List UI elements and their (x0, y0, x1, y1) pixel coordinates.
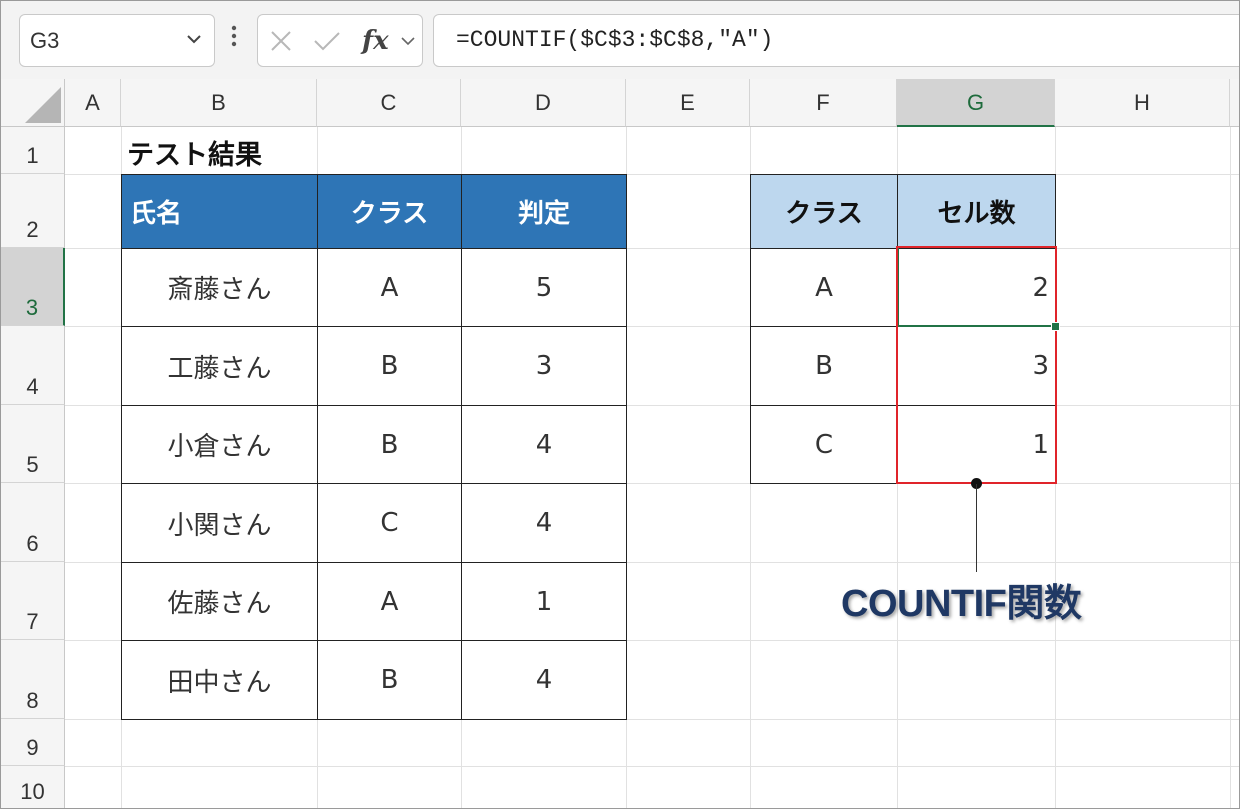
insert-function-icon[interactable]: fx (360, 23, 394, 59)
row-header-10[interactable]: 10 (1, 766, 65, 808)
header-name[interactable]: 氏名 (121, 174, 318, 249)
svg-text:fx: fx (360, 26, 389, 56)
row-header-2[interactable]: 2 (1, 174, 65, 248)
row-header-4[interactable]: 4 (1, 326, 65, 405)
cell-judgement[interactable]: 5 (461, 248, 627, 327)
header-class[interactable]: クラス (750, 174, 898, 249)
cell-judgement[interactable]: 4 (461, 405, 627, 484)
grid-line-horizontal (65, 766, 1239, 767)
chevron-down-icon[interactable] (398, 31, 418, 51)
confirm-icon[interactable] (312, 28, 342, 54)
cell-name[interactable]: 小関さん (121, 483, 318, 563)
cell-class[interactable]: B (750, 326, 898, 406)
cell-class[interactable]: B (317, 640, 462, 720)
cell-judgement[interactable]: 3 (461, 326, 627, 406)
cell-class[interactable]: A (317, 562, 462, 641)
row-header-9[interactable]: 9 (1, 719, 65, 766)
column-header-a[interactable]: A (65, 79, 121, 127)
column-header-h[interactable]: H (1055, 79, 1230, 127)
row-header-8[interactable]: 8 (1, 640, 65, 719)
formula-text: =COUNTIF($C$3:$C$8,"A") (456, 27, 774, 53)
cell-name[interactable]: 小倉さん (121, 405, 318, 484)
cell-class[interactable]: B (317, 326, 462, 406)
header-cell-count[interactable]: セル数 (897, 174, 1056, 249)
column-header-b[interactable]: B (121, 79, 317, 127)
header-judgement[interactable]: 判定 (461, 174, 627, 249)
cell-name[interactable]: 田中さん (121, 640, 318, 720)
formula-actions: fx (257, 14, 423, 67)
column-header-g[interactable]: G (897, 79, 1055, 127)
column-header-e[interactable]: E (626, 79, 750, 127)
more-options-icon[interactable] (229, 23, 239, 53)
cell-judgement[interactable]: 1 (461, 562, 627, 641)
cell-judgement[interactable]: 4 (461, 483, 627, 563)
highlight-box (896, 246, 1057, 484)
row-header-5[interactable]: 5 (1, 405, 65, 483)
cell-class[interactable]: C (317, 483, 462, 563)
select-all-corner[interactable] (1, 79, 65, 127)
sheet-title[interactable]: テスト結果 (127, 133, 262, 172)
cancel-icon[interactable] (268, 28, 294, 54)
cell-class[interactable]: B (317, 405, 462, 484)
row-header-6[interactable]: 6 (1, 483, 65, 562)
cell-name[interactable]: 工藤さん (121, 326, 318, 406)
cell-name[interactable]: 佐藤さん (121, 562, 318, 641)
formula-bar: G3 fx =COUNTIF($C$3:$C$8,"A") (1, 1, 1239, 80)
chevron-down-icon[interactable] (184, 29, 204, 49)
fill-handle[interactable] (1051, 322, 1060, 331)
column-header-d[interactable]: D (461, 79, 626, 127)
spreadsheet-window: G3 fx =COUNTIF($C$3:$C$8,"A") A B C D E … (0, 0, 1240, 809)
callout-line (976, 484, 977, 572)
callout-label: COUNTIF関数 (841, 583, 1082, 625)
row-header-1[interactable]: 1 (1, 127, 65, 174)
header-class[interactable]: クラス (317, 174, 462, 249)
cell-judgement[interactable]: 4 (461, 640, 627, 720)
name-box[interactable]: G3 (19, 14, 215, 67)
column-header-f[interactable]: F (750, 79, 897, 127)
row-header-3[interactable]: 3 (1, 248, 65, 326)
column-header-i[interactable] (1230, 79, 1239, 127)
row-header-7[interactable]: 7 (1, 562, 65, 640)
cell-class[interactable]: A (750, 248, 898, 327)
name-box-value: G3 (30, 28, 60, 53)
cell-name[interactable]: 斎藤さん (121, 248, 318, 327)
grid-line-vertical (1230, 127, 1231, 808)
cell-class[interactable]: C (750, 405, 898, 484)
column-header-c[interactable]: C (317, 79, 461, 127)
cell-class[interactable]: A (317, 248, 462, 327)
formula-input[interactable]: =COUNTIF($C$3:$C$8,"A") (433, 14, 1239, 67)
